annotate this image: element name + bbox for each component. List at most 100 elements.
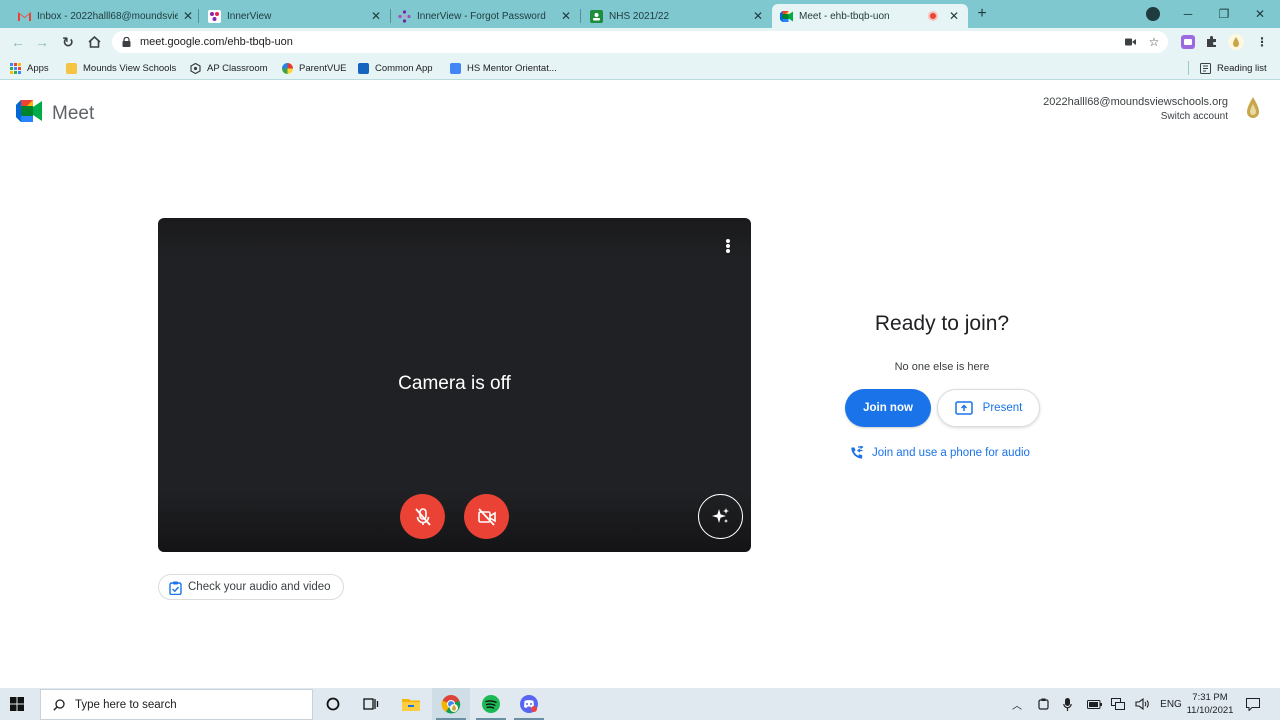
close-window-icon[interactable]: ✕ [1244,0,1276,28]
url-text: meet.google.com/ehb-tbqb-uon [140,36,293,48]
bookmark-folder-icon [66,62,77,74]
home-icon[interactable] [84,32,104,52]
bookmark-star-icon[interactable]: ☆ [1146,34,1162,50]
bookmark-hs-mentor[interactable]: HS Mentor Orientat... [450,60,557,76]
tab-separator [580,9,581,23]
network-icon[interactable] [1110,696,1126,712]
reading-list-label: Reading list [1217,62,1267,74]
action-center-icon[interactable] [1244,696,1262,712]
volume-icon[interactable] [1134,696,1152,712]
discord-icon[interactable] [510,688,548,720]
innerview-icon [208,9,221,23]
bookmark-label: Apps [27,62,49,74]
extension-meet-icon[interactable] [1180,34,1196,50]
browser-tab-strip: Inbox - 2022halll68@moundsvie ✕ InnerVie… [0,0,1280,28]
task-view-icon[interactable] [352,688,390,720]
meet-wordmark: Meet [52,102,95,124]
bookmark-parentvue[interactable]: ParentVUE [282,60,347,76]
windows-taskbar: Type here to search ︿ ENG 7:31 PM 11/10/… [0,688,1280,720]
camera-toggle-button[interactable] [464,494,509,539]
chrome-taskbar-icon[interactable] [432,688,470,720]
bookmarks-separator [1188,61,1189,75]
tab-innerview-forgot-password[interactable]: InnerView - Forgot Password ✕ [390,4,580,28]
close-tab-icon[interactable]: ✕ [560,9,572,23]
file-explorer-icon[interactable] [392,688,430,720]
meet-icon [780,10,793,23]
taskbar-clock[interactable]: 7:31 PM 11/10/2021 [1186,691,1234,717]
profile-avatar-icon[interactable] [1228,34,1244,50]
tab-nhs[interactable]: NHS 2021/22 ✕ [582,4,772,28]
common-app-icon [358,62,369,74]
spotify-icon[interactable] [472,688,510,720]
meet-logo[interactable]: Meet [16,100,94,127]
tab-gmail-inbox[interactable]: Inbox - 2022halll68@moundsvie ✕ [10,4,202,28]
bookmark-apps[interactable]: Apps [10,60,49,76]
extensions-puzzle-icon[interactable] [1204,34,1220,50]
search-placeholder: Type here to search [75,698,177,711]
forward-arrow-icon[interactable]: → [32,32,52,52]
meet-presenting-tray-icon[interactable] [1036,696,1050,712]
tab-meet[interactable]: Meet - ehb-tbqb-uon ✕ [772,4,968,28]
tab-innerview[interactable]: InnerView ✕ [200,4,390,28]
present-screen-icon [954,401,973,415]
bookmark-common-app[interactable]: Common App [358,60,433,76]
close-tab-icon[interactable]: ✕ [948,9,960,23]
input-language-indicator[interactable]: ENG [1158,696,1184,712]
clock-date: 11/10/2021 [1186,705,1234,716]
battery-icon[interactable] [1086,696,1102,712]
microphone-toggle-button[interactable] [400,494,445,539]
bookmark-label: Mounds View Schools [83,62,177,74]
google-forms-icon [450,62,461,74]
present-label: Present [982,402,1023,414]
address-bar[interactable]: meet.google.com/ehb-tbqb-uon [112,31,1168,53]
participants-status: No one else is here [894,361,990,373]
check-audio-video-label: Check your audio and video [188,581,331,593]
visual-effects-button[interactable] [698,494,743,539]
meet-icon [16,100,42,127]
close-tab-icon[interactable]: ✕ [182,9,194,23]
join-now-button[interactable]: Join now [845,389,931,427]
camera-off-icon [477,507,496,526]
close-tab-icon[interactable]: ✕ [370,9,382,23]
classroom-icon [590,9,603,23]
account-avatar-icon[interactable] [1244,96,1262,120]
clipboard-check-icon [169,581,182,595]
cortana-icon[interactable] [314,688,352,720]
phone-forward-icon [850,445,864,460]
camera-off-message: Camera is off [398,373,511,394]
windows-start-icon[interactable] [10,697,24,711]
tab-title: InnerView [227,10,272,22]
minimize-window-icon[interactable]: ─ [1172,0,1204,28]
camera-in-use-icon[interactable] [1122,34,1138,50]
back-arrow-icon[interactable]: ← [8,32,28,52]
reload-icon[interactable]: ↻ [58,32,78,52]
show-hidden-icons-chevron-icon[interactable]: ︿ [1010,696,1024,712]
account-email: 2022halll68@moundsviewschools.org [1043,96,1228,108]
new-tab-button[interactable]: + [972,4,992,24]
more-options-icon[interactable] [720,236,736,256]
lock-icon [122,36,132,47]
reading-list-button[interactable]: Reading list [1200,60,1267,76]
innerview-star-icon [398,9,411,23]
sparkle-icon [711,507,729,523]
browser-menu-icon[interactable]: ⋮ [1254,34,1270,50]
recording-indicator-icon [928,11,938,21]
present-button[interactable]: Present [937,389,1040,427]
browser-toolbar: ← → ↻ meet.google.com/ehb-tbqb-uon ☆ ⋮ [0,28,1280,56]
reading-list-icon [1200,62,1211,74]
search-icon [53,698,65,711]
ready-to-join-heading: Ready to join? [874,312,1010,335]
restore-window-icon[interactable]: ❐ [1208,0,1240,28]
mic-off-icon [414,507,431,526]
join-with-phone-link[interactable]: Join and use a phone for audio [850,445,1030,460]
bookmark-mounds-view-schools[interactable]: Mounds View Schools [66,60,176,76]
switch-account-link[interactable]: Switch account [1043,111,1228,122]
bookmarks-bar: Apps Mounds View Schools AP Classroom Pa… [0,56,1280,80]
check-audio-video-button[interactable]: Check your audio and video [158,574,344,600]
taskbar-search-box[interactable]: Type here to search [40,689,313,720]
bookmark-ap-classroom[interactable]: AP Classroom [190,60,268,76]
apps-grid-icon [10,62,21,74]
microphone-in-use-icon[interactable] [1060,696,1074,712]
close-tab-icon[interactable]: ✕ [752,9,764,23]
tab-search-icon[interactable] [1146,7,1160,21]
